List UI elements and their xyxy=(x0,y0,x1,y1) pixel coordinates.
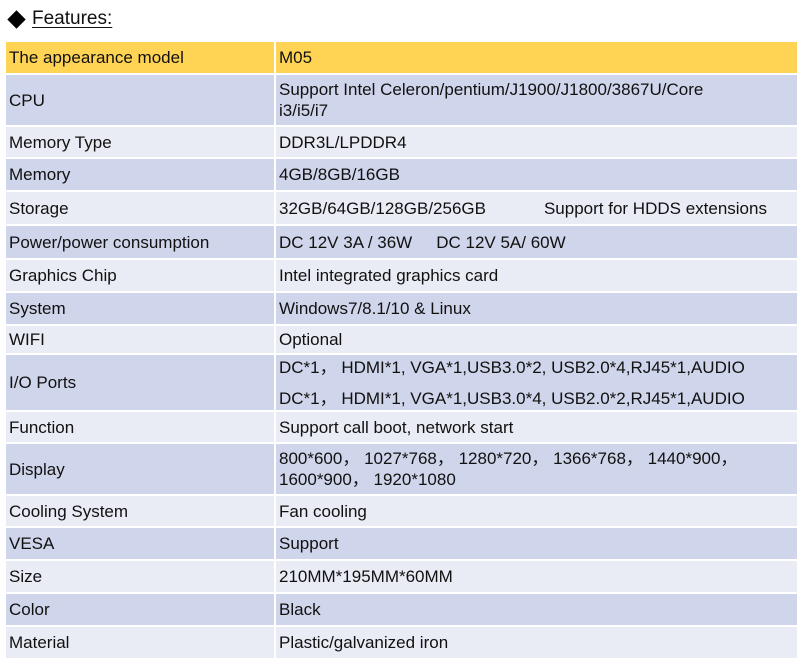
spec-value: 210MM*195MM*60MM xyxy=(275,560,799,594)
spec-value-part: DC 12V 3A / 36W xyxy=(279,232,413,252)
spec-value-part: DC 12V 5A/ 60W xyxy=(436,232,566,252)
spec-label: WIFI xyxy=(6,325,276,355)
table-row: Power/power consumption DC 12V 3A / 36W D… xyxy=(6,225,799,260)
spec-value: 4GB/8GB/16GB xyxy=(275,158,799,192)
table-row: Memory Type DDR3L/LPDDR4 xyxy=(6,126,799,159)
table-row: VESA Support xyxy=(6,527,799,561)
table-row: Memory 4GB/8GB/16GB xyxy=(6,158,799,192)
table-row: CPU Support Intel Celeron/pentium/J1900/… xyxy=(6,74,799,127)
spec-label: System xyxy=(6,292,276,326)
spec-value-part: Support for HDDS extensions xyxy=(543,198,767,218)
table-row: Storage 32GB/64GB/128GB/256GB Support for… xyxy=(6,191,799,226)
spec-value: Black xyxy=(275,593,799,627)
features-heading-text: Features: xyxy=(32,8,113,29)
spec-label: Memory xyxy=(6,158,276,192)
spec-value-line: DC*1， HDMI*1, VGA*1,USB3.0*4, USB2.0*2,R… xyxy=(279,388,745,408)
table-row: Size 210MM*195MM*60MM xyxy=(6,560,799,594)
table-row: Material Plastic/galvanized iron xyxy=(6,626,799,660)
spec-label: Material xyxy=(6,626,276,660)
spec-value-line: Support Intel Celeron/pentium/J1900/J180… xyxy=(279,80,704,99)
spec-value-line: DC*1， HDMI*1, VGA*1,USB3.0*2, USB2.0*4,R… xyxy=(279,357,745,377)
spec-label: Power/power consumption xyxy=(6,225,276,260)
spec-value-part: 32GB/64GB/128GB/256GB xyxy=(279,198,486,218)
diamond-bullet-icon xyxy=(7,9,26,29)
spec-value: M05 xyxy=(275,42,799,75)
spec-label: Cooling System xyxy=(6,495,276,528)
spec-value: Windows7/8.1/10 & Linux xyxy=(275,292,799,326)
spec-value: Intel integrated graphics card xyxy=(275,259,799,293)
spec-value: Support call boot, network start xyxy=(275,411,799,444)
table-row: The appearance model M05 xyxy=(6,42,799,75)
table-row: System Windows7/8.1/10 & Linux xyxy=(6,292,799,326)
spec-label: Size xyxy=(6,560,276,594)
spec-value-line: 800*600， 1027*768， 1280*720， 1366*768， 1… xyxy=(279,449,738,468)
table-row: Color Black xyxy=(6,593,799,627)
table-row: Function Support call boot, network star… xyxy=(6,411,799,444)
spec-value: Fan cooling xyxy=(275,495,799,528)
table-row: Graphics Chip Intel integrated graphics … xyxy=(6,259,799,293)
spec-value-line: 1600*900， 1920*1080 xyxy=(279,470,456,489)
spec-label: Graphics Chip xyxy=(6,259,276,293)
spec-value: Support xyxy=(275,527,799,561)
spec-value: Support Intel Celeron/pentium/J1900/J180… xyxy=(275,74,799,127)
spec-value: Plastic/galvanized iron xyxy=(275,626,799,660)
table-row: I/O Ports DC*1， HDMI*1, VGA*1,USB3.0*2, … xyxy=(6,354,799,412)
table-row: Cooling System Fan cooling xyxy=(6,495,799,528)
spec-label: Display xyxy=(6,443,276,496)
spec-value: DC*1， HDMI*1, VGA*1,USB3.0*2, USB2.0*4,R… xyxy=(275,354,799,412)
spec-value: DC 12V 3A / 36W DC 12V 5A/ 60W xyxy=(275,225,799,260)
spec-label: Function xyxy=(6,411,276,444)
spec-label: The appearance model xyxy=(6,42,276,75)
spec-value: 800*600， 1027*768， 1280*720， 1366*768， 1… xyxy=(275,443,799,496)
table-row: WIFI Optional xyxy=(6,325,799,355)
spec-label: Color xyxy=(6,593,276,627)
spec-label: Storage xyxy=(6,191,276,226)
spec-label: VESA xyxy=(6,527,276,561)
spec-value: DDR3L/LPDDR4 xyxy=(275,126,799,159)
features-heading: Features: xyxy=(6,4,112,34)
spec-table: The appearance model M05 CPU Support Int… xyxy=(6,42,799,660)
spec-label: I/O Ports xyxy=(6,354,276,412)
spec-value: Optional xyxy=(275,325,799,355)
spec-value: 32GB/64GB/128GB/256GB Support for HDDS ex… xyxy=(275,191,799,226)
spec-label: Memory Type xyxy=(6,126,276,159)
table-row: Display 800*600， 1027*768， 1280*720， 136… xyxy=(6,443,799,496)
spec-value-line: i3/i5/i7 xyxy=(279,101,329,120)
spec-label: CPU xyxy=(6,74,276,127)
